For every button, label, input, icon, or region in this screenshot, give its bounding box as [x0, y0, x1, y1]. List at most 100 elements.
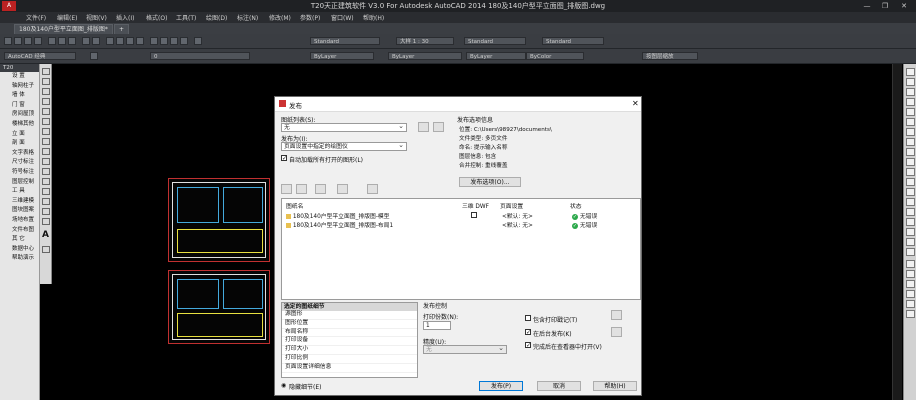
lineweight-combo[interactable]: ByLayer	[466, 52, 526, 60]
drawing-sheet-2[interactable]	[168, 270, 270, 344]
layer-manager-icon[interactable]	[90, 52, 98, 60]
zoom-window-icon[interactable]	[126, 37, 134, 45]
table-row[interactable]: 180及140户型平立面图_排版图-布局1 <默认: 无> ✓ 无错误	[282, 219, 640, 229]
precision-combo[interactable]: 无	[423, 344, 507, 354]
menu-file[interactable]: 文件(F)	[26, 13, 46, 22]
hide-details-icon[interactable]: ◉	[281, 382, 286, 389]
palette-item[interactable]: 三维建模	[0, 197, 39, 207]
layer-combo[interactable]: 0	[150, 52, 250, 60]
menu-insert[interactable]: 插入(I)	[116, 13, 134, 22]
menu-window[interactable]: 窗口(W)	[331, 13, 354, 22]
cut-icon[interactable]	[48, 37, 56, 45]
dim-radius-icon[interactable]	[906, 248, 915, 256]
dialog-close-button[interactable]: ✕	[632, 99, 639, 108]
add-sheets-button[interactable]	[281, 184, 292, 194]
join-icon[interactable]	[906, 188, 915, 196]
new-icon[interactable]	[4, 37, 12, 45]
trim-icon[interactable]	[906, 158, 915, 166]
plotstyle-combo[interactable]: ByColor	[526, 52, 584, 60]
region-icon[interactable]	[42, 208, 50, 215]
sheet-list-table[interactable]: 图纸名 三维 DWF 页面设置 状态 180及140户型平立面图_排版图-模型 …	[281, 198, 641, 300]
move-down-button[interactable]	[337, 184, 348, 194]
help-button[interactable]: 帮助(H)	[593, 381, 637, 391]
osnap-icon[interactable]	[906, 290, 915, 298]
arc-icon[interactable]	[42, 108, 50, 115]
remove-sheets-button[interactable]	[296, 184, 307, 194]
palette-item[interactable]: 尺寸标注	[0, 158, 39, 168]
vertical-scrollbar[interactable]	[892, 64, 902, 400]
extend-icon[interactable]	[906, 168, 915, 176]
lineweight-icon[interactable]	[906, 310, 915, 318]
menu-dimension[interactable]: 标注(N)	[237, 13, 258, 22]
palette-item[interactable]: 数据中心	[0, 245, 39, 255]
cancel-button[interactable]: 取消	[537, 381, 581, 391]
palette-item[interactable]: 文件布图	[0, 226, 39, 236]
zoom-previous-icon[interactable]	[136, 37, 144, 45]
dim-aligned-icon[interactable]	[906, 238, 915, 246]
gradient-icon[interactable]	[42, 198, 50, 205]
restore-button[interactable]: ❐	[878, 1, 892, 11]
move-icon[interactable]	[906, 118, 915, 126]
palette-item[interactable]: 立 面	[0, 130, 39, 140]
palette-item[interactable]: 轴网柱子	[0, 82, 39, 92]
dialog-title-bar[interactable]: 发布 ✕	[275, 97, 641, 112]
minimize-button[interactable]: —	[860, 1, 874, 11]
menu-modify[interactable]: 修改(M)	[269, 13, 291, 22]
palette-item[interactable]: 场地布置	[0, 216, 39, 226]
zoom-icon[interactable]	[116, 37, 124, 45]
save-icon[interactable]	[24, 37, 32, 45]
line-icon[interactable]	[42, 68, 50, 75]
publish-options-button[interactable]: 发布选项(O)...	[459, 177, 521, 187]
open-viewer-checkbox[interactable]: ✓	[525, 342, 531, 349]
drawing-sheet-1[interactable]	[168, 178, 270, 262]
save-sheet-list-button[interactable]	[433, 122, 444, 132]
palette-item[interactable]: 文字表格	[0, 149, 39, 159]
publish-to-combo[interactable]: 页面设置中指定的绘图仪	[281, 141, 407, 151]
hide-details-link[interactable]: 隐藏细节(E)	[289, 382, 321, 391]
design-center-icon[interactable]	[160, 37, 168, 45]
explode-icon[interactable]	[906, 218, 915, 226]
page-setup-value[interactable]: <默认: 无>	[502, 220, 533, 229]
paste-icon[interactable]	[68, 37, 76, 45]
scale-combo[interactable]: 大样 1 : 30	[396, 37, 454, 45]
palette-item[interactable]: 其 它	[0, 235, 39, 245]
preview-button[interactable]	[367, 184, 378, 194]
palette-item[interactable]: 楼梯其他	[0, 120, 39, 130]
break-icon[interactable]	[906, 178, 915, 186]
text-style-combo[interactable]: Standard	[464, 37, 526, 45]
table-icon[interactable]	[42, 218, 50, 225]
snap-icon[interactable]	[906, 260, 915, 268]
close-window-button[interactable]: ✕	[897, 1, 911, 11]
style-combo[interactable]: Standard	[310, 37, 380, 45]
background-publish-checkbox[interactable]: ✓	[525, 329, 531, 336]
pan-icon[interactable]	[106, 37, 114, 45]
load-sheet-list-button[interactable]	[418, 122, 429, 132]
auto-load-checkbox[interactable]: ✓	[281, 155, 287, 162]
palette-item[interactable]: 墙 体	[0, 91, 39, 101]
rectangle-icon[interactable]	[42, 98, 50, 105]
print-icon[interactable]	[34, 37, 42, 45]
background-settings-button[interactable]	[611, 327, 622, 337]
menu-parameter[interactable]: 参数(P)	[300, 13, 320, 22]
workspace-combo[interactable]: AutoCAD 经典	[4, 52, 76, 60]
menu-tools[interactable]: 工具(T)	[176, 13, 196, 22]
move-up-button[interactable]	[315, 184, 326, 194]
ortho-icon[interactable]	[906, 270, 915, 278]
menu-draw[interactable]: 绘图(D)	[206, 13, 227, 22]
otrack-icon[interactable]	[906, 300, 915, 308]
point-icon[interactable]	[42, 178, 50, 185]
mtext-icon[interactable]: A	[42, 231, 50, 240]
table-row[interactable]: 180及140户型平立面图_排版图-模型 <默认: 无> ✓ 无错误	[282, 210, 640, 220]
spline-icon[interactable]	[42, 138, 50, 145]
properties-icon[interactable]	[150, 37, 158, 45]
sheet-list-combo[interactable]: 无	[281, 122, 407, 132]
plot-stamp-settings-button[interactable]	[611, 310, 622, 320]
linetype-combo[interactable]: ByLayer	[388, 52, 462, 60]
palette-item[interactable]: 剖 面	[0, 139, 39, 149]
add-selected-icon[interactable]	[42, 246, 50, 253]
copy-object-icon[interactable]	[906, 78, 915, 86]
palette-item[interactable]: 门 窗	[0, 101, 39, 111]
palette-item[interactable]: 图层控制	[0, 178, 39, 188]
publish-button[interactable]: 发布(P)	[479, 381, 523, 391]
calculator-icon[interactable]	[180, 37, 188, 45]
